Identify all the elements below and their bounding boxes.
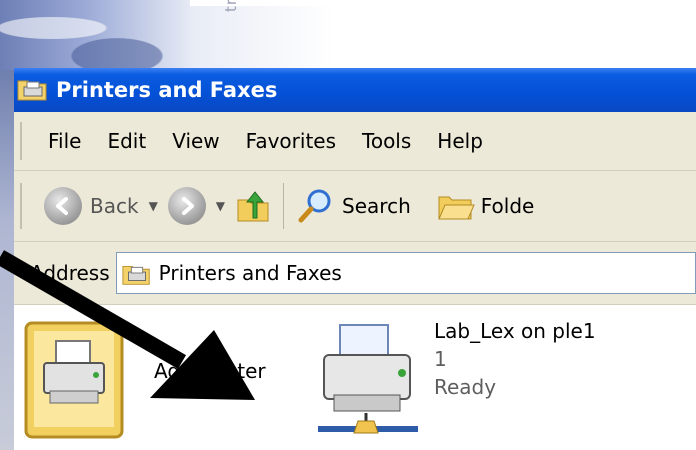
back-icon bbox=[44, 187, 82, 225]
up-folder-button[interactable] bbox=[235, 188, 271, 224]
printer-folder-icon bbox=[16, 73, 50, 108]
printer-folder-icon bbox=[122, 265, 150, 285]
standard-toolbar: Back ▼ ▼ Search Folde bbox=[14, 171, 696, 242]
add-printer-item[interactable]: Add Printer bbox=[20, 319, 280, 449]
add-printer-icon bbox=[24, 321, 124, 439]
menu-bar: File Edit View Favorites Tools Help bbox=[14, 112, 696, 171]
menu-file[interactable]: File bbox=[48, 129, 81, 153]
address-value: Printers and Faxes bbox=[158, 261, 342, 285]
window-title: Printers and Faxes bbox=[56, 78, 278, 102]
menu-help[interactable]: Help bbox=[437, 129, 483, 153]
back-button[interactable]: Back bbox=[44, 187, 139, 225]
lab-lex-document-count: 1 bbox=[434, 347, 447, 371]
background-watermark-text: trict bbox=[222, 0, 240, 12]
folders-button[interactable]: Folde bbox=[437, 189, 535, 223]
network-printer-icon bbox=[318, 324, 418, 434]
printer-list: Add Printer Lab_Lex on ple1 1 Ready bbox=[14, 305, 696, 450]
back-dropdown-icon[interactable]: ▼ bbox=[149, 199, 158, 213]
toolbar-grip[interactable] bbox=[20, 183, 26, 229]
address-label: Address bbox=[30, 261, 110, 285]
add-printer-label: Add Printer bbox=[154, 359, 266, 383]
back-label: Back bbox=[90, 194, 139, 218]
search-label: Search bbox=[342, 194, 411, 218]
background-decoration bbox=[0, 0, 260, 70]
address-field[interactable]: Printers and Faxes bbox=[115, 252, 696, 294]
menu-view[interactable]: View bbox=[172, 129, 219, 153]
menu-edit[interactable]: Edit bbox=[107, 129, 146, 153]
title-bar[interactable]: Printers and Faxes bbox=[14, 68, 696, 112]
folders-label: Folde bbox=[480, 194, 535, 218]
forward-button[interactable] bbox=[167, 187, 206, 225]
lab-lex-printer-item[interactable]: Lab_Lex on ple1 1 Ready bbox=[314, 317, 644, 447]
forward-dropdown-icon[interactable]: ▼ bbox=[216, 199, 225, 213]
up-folder-icon bbox=[237, 191, 269, 222]
forward-icon bbox=[181, 197, 194, 215]
menu-favorites[interactable]: Favorites bbox=[246, 129, 336, 153]
toolbar-separator bbox=[283, 183, 285, 229]
desktop-background bbox=[0, 0, 696, 70]
printers-and-faxes-window: Printers and Faxes File Edit View Favori… bbox=[14, 68, 696, 450]
lab-lex-status: Ready bbox=[434, 375, 497, 399]
search-button[interactable]: Search bbox=[296, 187, 411, 225]
search-icon bbox=[298, 189, 331, 223]
address-bar: Address Printers and Faxes bbox=[14, 242, 696, 305]
menu-bar-grip[interactable] bbox=[20, 122, 26, 160]
menu-tools[interactable]: Tools bbox=[362, 129, 411, 153]
lab-lex-printer-name: Lab_Lex on ple1 bbox=[434, 319, 596, 343]
folders-icon bbox=[437, 196, 475, 220]
